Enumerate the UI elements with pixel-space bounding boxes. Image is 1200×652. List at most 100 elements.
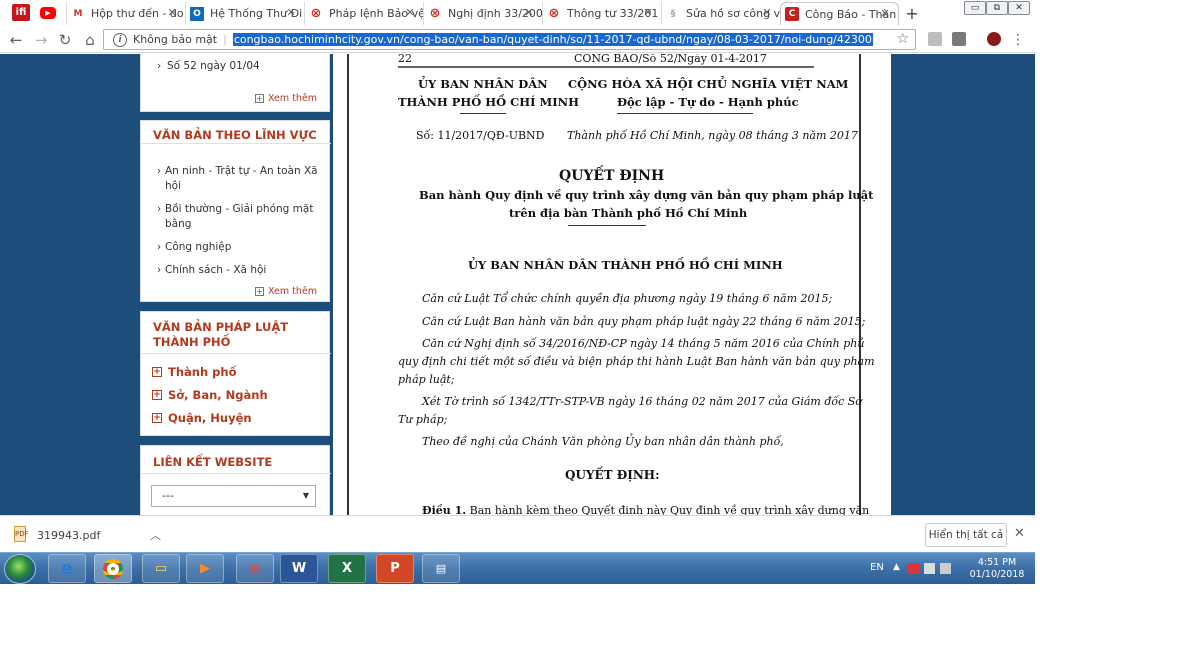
header-rule: [398, 66, 814, 68]
tab-edit-record[interactable]: § Sửa hồ sơ công v ✕: [661, 2, 780, 25]
close-tab-icon[interactable]: ✕: [165, 6, 179, 19]
gmail-icon: M: [73, 8, 83, 19]
plus-icon: +: [254, 287, 264, 296]
issuing-authority: ỦY BAN NHÂN DÂN THÀNH PHỐ HỒ CHÍ MINH: [468, 258, 783, 272]
tab-strip: ifi ▶ M Hộp thư đến - do ✕ O Hệ Thống Th…: [0, 0, 1035, 25]
new-tab-button[interactable]: +: [904, 4, 920, 23]
tab-circular[interactable]: ⊗ Thông tư 33/201 ✕: [542, 2, 661, 25]
tray-app-icon[interactable]: [908, 563, 919, 574]
expand-icon: +: [152, 367, 162, 377]
bookmark-star-icon[interactable]: ☆: [896, 31, 909, 47]
volume-icon[interactable]: [940, 563, 951, 574]
document-subtitle-line-1: Ban hành Quy định về quy trình xây dựng …: [419, 188, 874, 202]
forward-button[interactable]: →: [31, 30, 51, 50]
chevron-up-icon[interactable]: ︿: [150, 527, 161, 543]
pdf-file-icon: PDF: [14, 526, 29, 542]
back-button[interactable]: ←: [6, 30, 26, 50]
tab-mail-system[interactable]: O Hệ Thống Thư Đi ✕: [185, 2, 304, 25]
issue-link[interactable]: Số 52 ngày 01/04: [141, 59, 268, 74]
home-button[interactable]: ⌂: [80, 30, 100, 50]
field-item[interactable]: Bồi thường - Giải phóng mặt bằng: [141, 202, 331, 232]
internet-explorer-icon[interactable]: e: [48, 554, 86, 583]
show-hidden-icons[interactable]: ▲: [893, 562, 900, 572]
see-more-link[interactable]: + Xem thêm: [254, 93, 317, 104]
network-icon[interactable]: [924, 563, 935, 574]
web-page: Số 52 ngày 01/04 +Xem thêm VĂN BẢN THEO …: [0, 54, 1035, 515]
close-window-button[interactable]: ✕: [1008, 1, 1030, 15]
security-label[interactable]: Không bảo mật: [133, 33, 217, 46]
close-tab-icon[interactable]: ✕: [878, 7, 892, 20]
category-label: Sở, Ban, Ngành: [168, 388, 268, 402]
tab-gazette[interactable]: C Công Báo - Thàn ✕: [780, 2, 899, 25]
box-title: LIÊN KẾT WEBSITE: [153, 455, 273, 469]
expand-icon: +: [152, 413, 162, 423]
extension-camera-icon[interactable]: [952, 32, 966, 46]
close-download-bar-button[interactable]: ✕: [1014, 526, 1025, 541]
separator: |: [223, 33, 227, 46]
field-item[interactable]: An ninh - Trật tự - An toàn Xã hội: [141, 164, 331, 194]
download-file-name[interactable]: 319943.pdf: [37, 529, 100, 542]
place-date: Thành phố Hồ Chí Minh, ngày 08 tháng 3 n…: [567, 129, 858, 142]
document-site-icon: ⊗: [548, 6, 560, 21]
url-text[interactable]: congbao.hochiminhcity.gov.vn/cong-bao/va…: [232, 33, 873, 46]
category-city[interactable]: + Thành phố: [152, 365, 237, 379]
title-underline: [568, 225, 646, 226]
document-number: Số: 11/2017/QĐ-UBND: [416, 129, 545, 142]
excel-icon[interactable]: X: [328, 554, 366, 583]
app-icon[interactable]: ▦: [236, 554, 274, 583]
documents-by-field-box: VĂN BẢN THEO LĨNH VỰC An ninh - Trật tự …: [140, 120, 331, 302]
show-all-button[interactable]: Hiển thị tất cả: [925, 523, 1007, 547]
info-icon[interactable]: i: [113, 32, 127, 47]
start-button[interactable]: [4, 554, 36, 584]
document-title: QUYẾT ĐỊNH: [559, 168, 665, 184]
category-districts[interactable]: + Quận, Huyện: [152, 411, 252, 425]
article-1: Điều 1. Ban hành kèm theo Quyết định này…: [422, 504, 869, 515]
field-item[interactable]: Công nghiệp: [141, 240, 331, 255]
gazette-logo-icon: C: [785, 7, 799, 21]
see-more-link[interactable]: + Xem thêm: [254, 286, 317, 297]
maximize-button[interactable]: ⧉: [986, 1, 1008, 15]
nation-line-2: Độc lập - Tự do - Hạnh phúc: [617, 95, 799, 109]
divider: [141, 143, 331, 144]
reload-button[interactable]: ↻: [55, 30, 75, 50]
pinned-tab-youtube[interactable]: ▶: [40, 7, 56, 19]
word-icon[interactable]: W: [280, 554, 318, 583]
media-player-icon[interactable]: ▶: [186, 554, 224, 583]
gazette-issues-box: Số 52 ngày 01/04 +Xem thêm: [140, 54, 330, 112]
decides-heading: QUYẾT ĐỊNH:: [565, 468, 660, 482]
legal-basis-2: Căn cứ Luật Ban hành văn bản quy phạm ph…: [422, 315, 866, 328]
close-tab-icon[interactable]: ✕: [522, 6, 536, 19]
powerpoint-icon[interactable]: P: [376, 554, 414, 583]
article-text: Ban hành kèm theo Quyết định này Quy địn…: [469, 504, 870, 515]
category-label: Thành phố: [168, 365, 237, 379]
address-bar[interactable]: i Không bảo mật | congbao.hochiminhcity.…: [103, 29, 916, 50]
close-tab-icon[interactable]: ✕: [284, 6, 298, 19]
minimize-button[interactable]: ▭: [964, 1, 986, 15]
close-tab-icon[interactable]: ✕: [641, 6, 655, 19]
chevron-down-icon: ▼: [302, 491, 309, 500]
field-item[interactable]: Chính sách - Xã hội: [141, 263, 331, 278]
tab-ordinance[interactable]: ⊗ Pháp lệnh Bảo vệ ✕: [304, 2, 423, 25]
category-departments[interactable]: + Sở, Ban, Ngành: [152, 388, 268, 402]
extension-icon[interactable]: [928, 32, 942, 46]
file-explorer-icon[interactable]: ▭: [142, 554, 180, 583]
see-more-label: Xem thêm: [267, 93, 317, 104]
browser-window: ifi ▶ M Hộp thư đến - do ✕ O Hệ Thống Th…: [0, 0, 1035, 584]
close-tab-icon[interactable]: ✕: [403, 6, 417, 19]
language-indicator[interactable]: EN: [870, 562, 884, 573]
app-icon[interactable]: ▤: [422, 554, 460, 583]
website-select[interactable]: --- ▼: [151, 485, 316, 507]
tab-inbox[interactable]: M Hộp thư đến - do ✕: [66, 2, 185, 25]
close-tab-icon[interactable]: ✕: [760, 6, 774, 19]
clock-date: 01/10/2018: [969, 569, 1025, 580]
page-icon: §: [670, 8, 676, 19]
clock[interactable]: 4:51 PM 01/10/2018: [962, 557, 1032, 581]
profile-avatar[interactable]: [987, 32, 1001, 46]
tab-decree[interactable]: ⊗ Nghị định 33/200 ✕: [423, 2, 542, 25]
document-page: 22 CÔNG BÁO/Số 52/Ngày 01-4-2017 ỦY BAN …: [347, 54, 875, 515]
legal-basis-4: Tư pháp;: [398, 413, 448, 426]
menu-icon[interactable]: ⋮: [1008, 30, 1028, 50]
chrome-icon[interactable]: [94, 554, 132, 583]
box-title: VĂN BẢN THEO LĨNH VỰC: [153, 128, 317, 142]
pinned-tab-app[interactable]: ifi: [12, 4, 30, 21]
